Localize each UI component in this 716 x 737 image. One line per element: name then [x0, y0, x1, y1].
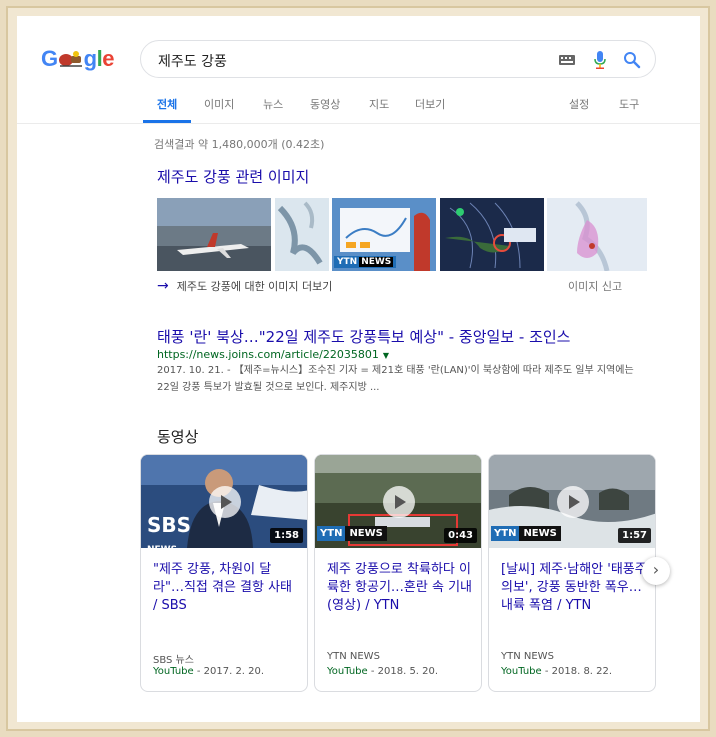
videos-heading: 동영상 [157, 428, 199, 446]
doodle-sleigh-icon [58, 51, 82, 67]
video-title[interactable]: [날씨] 제주·남해안 '태풍주의보', 강풍 동반한 폭우…내륙 폭염 / Y… [501, 561, 647, 615]
video-duration: 1:58 [270, 528, 303, 543]
ytn-news-badge: YTN NEWS [317, 526, 387, 541]
image-thumbnail[interactable] [440, 198, 544, 271]
play-icon[interactable] [383, 486, 415, 518]
video-source: YTN NEWS [327, 651, 380, 662]
video-meta: YouTube - 2018. 5. 20. [327, 666, 439, 677]
video-title[interactable]: 제주 강풍으로 착륙하다 이륙한 항공기…혼란 속 기내(영상) / YTN [327, 561, 473, 615]
tab-tools[interactable]: 도구 [619, 96, 639, 112]
search-icon[interactable] [623, 51, 641, 69]
image-thumbnail[interactable] [275, 198, 329, 271]
video-meta: YouTube - 2018. 8. 22. [501, 666, 613, 677]
video-source: YTN NEWS [501, 651, 554, 662]
tab-images[interactable]: 이미지 [204, 96, 234, 112]
video-meta: YouTube - 2017. 2. 20. [153, 666, 265, 677]
result-title-link[interactable]: 태풍 '란' 북상…"22일 제주도 강풍특보 예상" - 중앙일보 - 조인스 [157, 326, 570, 347]
play-icon[interactable] [209, 486, 241, 518]
images-heading[interactable]: 제주도 강풍 관련 이미지 [157, 166, 309, 187]
more-images-label: 제주도 강풍에 대한 이미지 더보기 [176, 280, 333, 293]
tab-news[interactable]: 뉴스 [263, 96, 283, 112]
result-snippet: 2017. 10. 21. - 【제주=뉴시스】조수진 기자 = 제21호 태풍… [157, 365, 634, 393]
search-results-page: Ggle 제주도 강풍 전체 이미지 뉴스 동영상 지도 더보기 설정 도구 검… [17, 16, 700, 722]
chevron-right-icon[interactable]: › [642, 557, 670, 585]
active-tab-indicator [143, 120, 191, 123]
play-icon[interactable] [557, 486, 589, 518]
search-box[interactable]: 제주도 강풍 [140, 40, 656, 78]
keyboard-icon[interactable] [559, 55, 575, 65]
report-images-link[interactable]: 이미지 신고 [568, 278, 622, 294]
tab-more[interactable]: 더보기 [415, 96, 445, 112]
video-source: SBS 뉴스 [153, 655, 194, 666]
arrow-right-icon: → [157, 278, 169, 294]
video-duration: 1:57 [618, 528, 651, 543]
image-thumbnail[interactable] [157, 198, 271, 271]
result-url: https://news.joins.com/article/22035801 ▼ [157, 348, 389, 361]
search-input[interactable]: 제주도 강풍 [158, 51, 227, 71]
result-url-text: https://news.joins.com/article/22035801 [157, 348, 379, 361]
video-title[interactable]: "제주 강풍, 차원이 달라"…직접 겪은 결항 사태 / SBS [153, 561, 299, 615]
result-stats: 검색결과 약 1,480,000개 (0.42초) [154, 138, 325, 151]
ytn-news-badge: YTN NEWS [491, 526, 561, 541]
sbs-news-badge: SBS NEWS [147, 513, 192, 555]
google-logo[interactable]: Ggle [41, 46, 114, 72]
ytn-news-badge: YTN NEWS [334, 256, 397, 268]
caret-down-icon[interactable]: ▼ [383, 351, 389, 360]
image-thumbnail[interactable]: YTN NEWS [332, 198, 436, 271]
tab-settings[interactable]: 설정 [569, 96, 589, 112]
image-thumbnail[interactable] [547, 198, 647, 271]
video-card[interactable]: YTN NEWS 1:57 [날씨] 제주·남해안 '태풍주의보', 강풍 동반한… [488, 454, 656, 692]
more-images-link[interactable]: → 제주도 강풍에 대한 이미지 더보기 [157, 278, 332, 294]
video-card[interactable]: SBS NEWS 1:58 "제주 강풍, 차원이 달라"…직접 겪은 결항 사태… [140, 454, 308, 692]
video-card[interactable]: YTN NEWS 0:43 제주 강풍으로 착륙하다 이륙한 항공기…혼란 속 기… [314, 454, 482, 692]
tab-maps[interactable]: 지도 [369, 96, 389, 112]
tab-videos[interactable]: 동영상 [310, 96, 340, 112]
microphone-icon[interactable] [594, 51, 606, 69]
search-tabs: 전체 이미지 뉴스 동영상 지도 더보기 설정 도구 [17, 96, 700, 124]
tab-all[interactable]: 전체 [157, 96, 177, 112]
video-duration: 0:43 [444, 528, 477, 543]
